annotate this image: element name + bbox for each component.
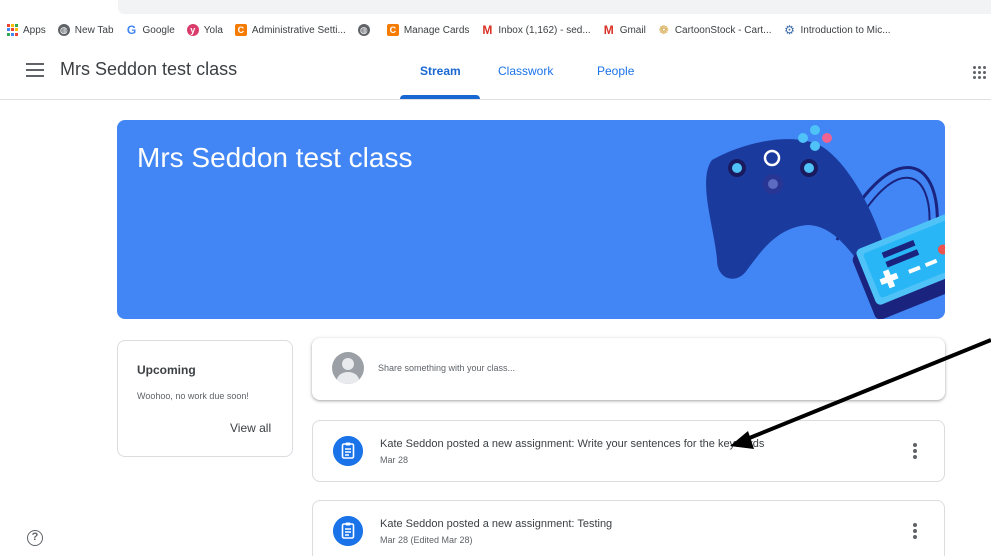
bookmark-yola[interactable]: y Yola — [186, 24, 223, 36]
bookmark-label: New Tab — [74, 24, 114, 36]
class-title[interactable]: Mrs Seddon test class — [60, 59, 237, 80]
avatar — [332, 352, 364, 384]
bookmark-cartoonstock[interactable]: ❁ CartoonStock - Cart... — [658, 23, 772, 37]
upcoming-message: Woohoo, no work due soon! — [137, 391, 249, 401]
tab-people[interactable]: People — [597, 64, 634, 78]
view-all-link[interactable]: View all — [230, 421, 271, 435]
bookmark-label: Yola — [203, 24, 223, 36]
post-date: Mar 28 — [380, 455, 409, 465]
google-apps-icon[interactable] — [973, 66, 986, 79]
bookmark-label: Manage Cards — [403, 24, 470, 36]
globe-icon: ◍ — [357, 24, 370, 36]
stream-post[interactable]: Kate Seddon posted a new assignment: Tes… — [312, 500, 945, 556]
bookmark-manage-cards[interactable]: C Manage Cards — [386, 24, 470, 36]
more-options-icon[interactable] — [913, 523, 917, 539]
tab-stream[interactable]: Stream — [420, 64, 461, 78]
tab-classwork[interactable]: Classwork — [498, 64, 553, 78]
bookmark-label: CartoonStock - Cart... — [674, 24, 772, 36]
assignment-icon — [333, 436, 363, 466]
share-placeholder: Share something with your class... — [378, 363, 516, 373]
bookmarks-bar: Apps ◍ New Tab G Google y Yola C Adminis… — [0, 0, 991, 42]
active-tab-indicator — [400, 95, 480, 99]
assignment-icon — [333, 516, 363, 546]
share-post-box[interactable]: Share something with your class... — [312, 338, 945, 400]
cartoonstock-icon: ❁ — [658, 23, 669, 37]
app-header: Mrs Seddon test class Stream Classwork P… — [0, 42, 991, 100]
bookmark-introduction[interactable]: ⚙ Introduction to Mic... — [784, 23, 891, 37]
bookmark-label: Apps — [23, 24, 46, 36]
bookmark-label: Introduction to Mic... — [800, 24, 891, 36]
orange-favicon-icon: C — [386, 24, 399, 36]
bookmark-globe[interactable]: ◍ — [357, 24, 375, 36]
bookmark-gmail[interactable]: M Gmail — [603, 23, 646, 37]
bookmarks-row: Apps ◍ New Tab G Google y Yola C Adminis… — [6, 21, 903, 39]
apps-grid-icon — [6, 24, 18, 36]
gmail-icon: M — [482, 23, 493, 37]
post-title: Kate Seddon posted a new assignment: Tes… — [380, 518, 613, 530]
banner-title: Mrs Seddon test class — [137, 142, 413, 173]
bookmark-label: Administrative Setti... — [251, 24, 346, 36]
bookmark-label: Google — [142, 24, 175, 36]
yola-icon: y — [186, 24, 199, 36]
globe-icon: ◍ — [57, 24, 70, 36]
bookmark-label: Gmail — [619, 24, 646, 36]
upcoming-title: Upcoming — [137, 363, 196, 377]
address-bar-edge — [118, 0, 991, 14]
bookmark-new-tab[interactable]: ◍ New Tab — [57, 24, 114, 36]
bookmark-label: Inbox (1,162) - sed... — [498, 24, 591, 36]
gear-icon: ⚙ — [784, 23, 795, 37]
orange-favicon-icon: C — [234, 24, 247, 36]
upcoming-card: Upcoming Woohoo, no work due soon! View … — [117, 340, 293, 457]
google-g-icon: G — [126, 23, 137, 37]
bookmark-apps[interactable]: Apps — [6, 24, 46, 36]
post-date: Mar 28 (Edited Mar 28) — [380, 535, 473, 545]
stream-post[interactable]: Kate Seddon posted a new assignment: Wri… — [312, 420, 945, 482]
post-title: Kate Seddon posted a new assignment: Wri… — [380, 438, 765, 450]
bookmark-google[interactable]: G Google — [126, 23, 175, 37]
gamepad-illustration-icon — [706, 125, 945, 319]
bookmark-inbox[interactable]: M Inbox (1,162) - sed... — [481, 23, 591, 37]
hamburger-menu-icon[interactable] — [26, 63, 44, 77]
more-options-icon[interactable] — [913, 443, 917, 459]
help-icon[interactable]: ? — [27, 530, 43, 546]
class-banner: Mrs Seddon test class — [117, 120, 945, 319]
gmail-icon: M — [603, 23, 614, 37]
bookmark-administrative-settings[interactable]: C Administrative Setti... — [234, 24, 346, 36]
